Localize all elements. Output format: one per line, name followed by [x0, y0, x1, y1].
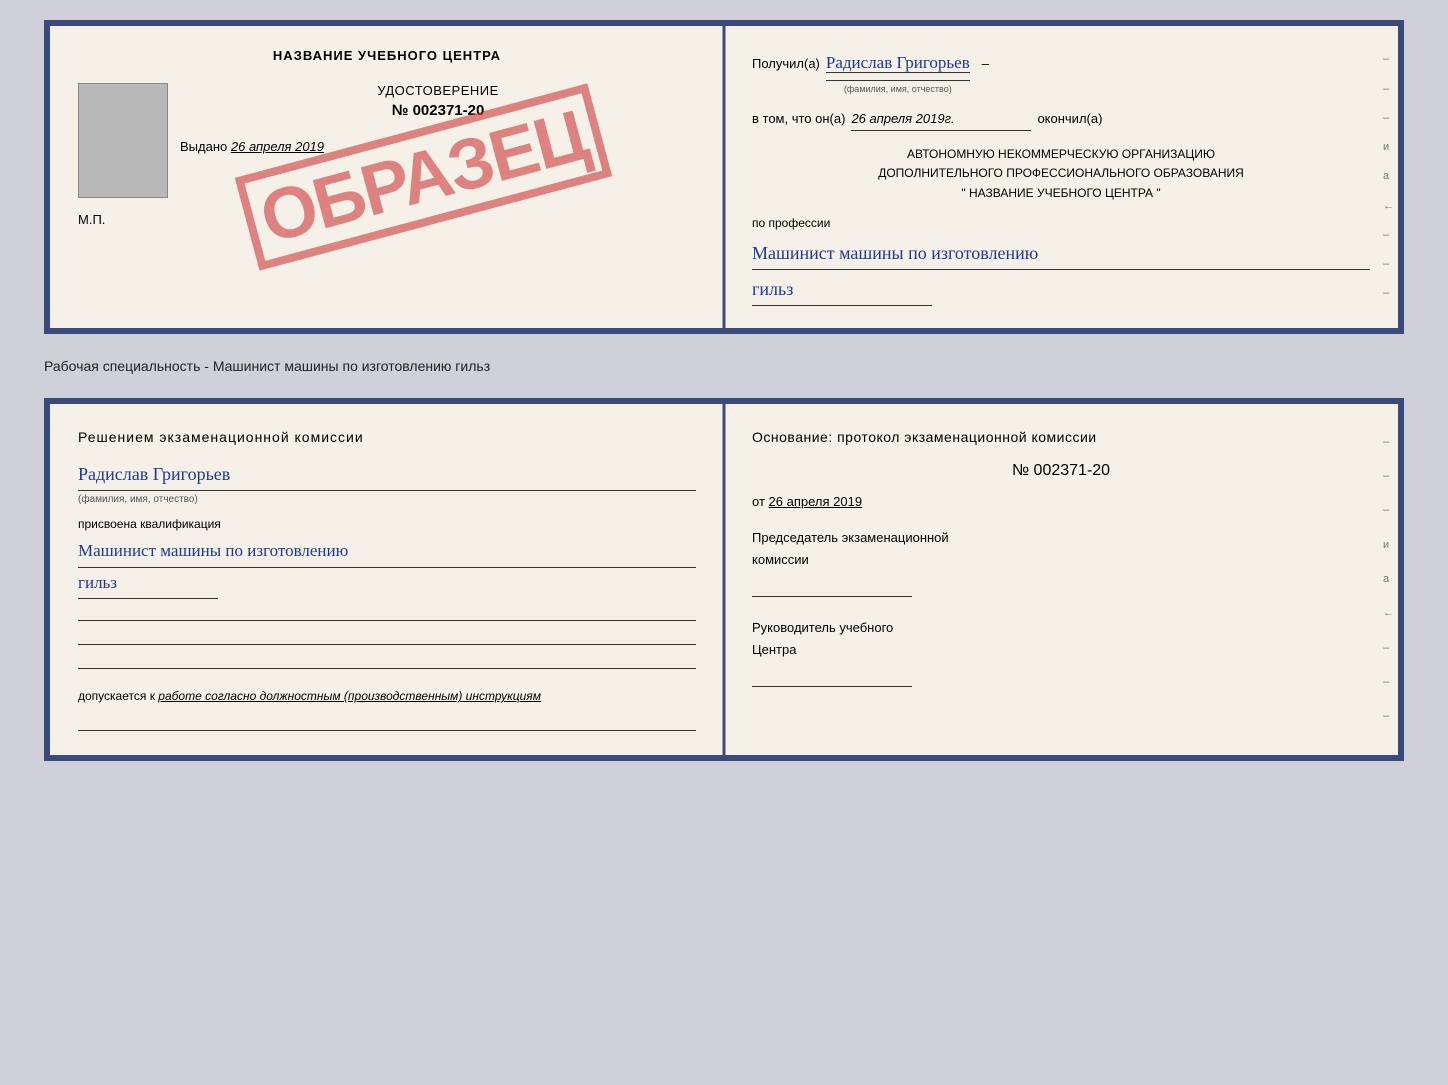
dash-top: –: [982, 52, 989, 75]
profession-line2: гильз: [752, 274, 932, 306]
received-name: Радислав Григорьев: [826, 53, 970, 73]
director-line1: Руководитель учебного: [752, 617, 1370, 639]
bottom-right-margin-dashes: – – – и а ← – – –: [1383, 414, 1394, 746]
specialty-label: Рабочая специальность - Машинист машины …: [44, 352, 1404, 380]
director-block: Руководитель учебного Центра: [752, 617, 1370, 687]
protocol-date-row: от 26 апреля 2019: [752, 491, 1370, 513]
qual-line1: Машинист машины по изготовлению: [78, 536, 696, 568]
director-sig-line: [752, 665, 912, 687]
issued-date: 26 апреля 2019: [231, 139, 324, 154]
org-quote1: ": [961, 186, 965, 200]
bottom-fio-hint: (фамилия, имя, отчество): [78, 491, 696, 508]
bottom-name-block: Радислав Григорьев (фамилия, имя, отчест…: [78, 459, 696, 508]
bottom-document: Решением экзаменационной комиссии Радисл…: [44, 398, 1404, 762]
blank-line-1: [78, 599, 696, 621]
page-container: НАЗВАНИЕ УЧЕБНОГО ЦЕНТРА УДОСТОВЕРЕНИЕ №…: [20, 20, 1428, 761]
top-doc-left: НАЗВАНИЕ УЧЕБНОГО ЦЕНТРА УДОСТОВЕРЕНИЕ №…: [50, 26, 724, 328]
right-margin-dashes: – – – и а ← – – –: [1383, 36, 1394, 318]
decision-text: Решением экзаменационной комиссии: [78, 426, 696, 450]
basis-block: Основание: протокол экзаменационной коми…: [752, 426, 1370, 450]
blank-line-2: [78, 623, 696, 645]
cert-number: № 002371-20: [180, 102, 696, 119]
cert-photo: [78, 83, 168, 198]
received-name-block: Радислав Григорьев (фамилия, имя, отчест…: [826, 48, 970, 97]
protocol-date: 26 апреля 2019: [769, 494, 863, 509]
allowed-block: допускается к работе согласно должностны…: [78, 687, 696, 705]
director-line2: Центра: [752, 639, 1370, 661]
received-label: Получил(а): [752, 52, 820, 75]
cert-title: УДОСТОВЕРЕНИЕ: [180, 83, 696, 98]
school-name-top: НАЗВАНИЕ УЧЕБНОГО ЦЕНТРА: [78, 48, 696, 63]
profession-handwritten: Машинист машины по изготовлению: [752, 238, 1370, 270]
assigned-text: присвоена квалификация: [78, 514, 696, 534]
allowed-text: работе согласно должностным (производств…: [158, 689, 541, 703]
protocol-number: № 002371-20: [752, 457, 1370, 484]
in-that-label: в том, что он(а): [752, 107, 845, 130]
date-prefix: от: [752, 494, 765, 509]
chairman-line2: комиссии: [752, 549, 1370, 571]
chairman-sig-line: [752, 575, 912, 597]
profession-block: по профессии Машинист машины по изготовл…: [752, 213, 1370, 306]
completed-label: окончил(а): [1037, 107, 1102, 130]
org-line2: ДОПОЛНИТЕЛЬНОГО ПРОФЕССИОНАЛЬНОГО ОБРАЗО…: [752, 164, 1370, 183]
mp-label: М.П.: [78, 212, 105, 227]
chairman-block: Председатель экзаменационной комиссии: [752, 527, 1370, 597]
date-row: в том, что он(а) 26 апреля 2019г. окончи…: [752, 107, 1370, 131]
chairman-line1: Председатель экзаменационной: [752, 527, 1370, 549]
top-doc-right: Получил(а) Радислав Григорьев (фамилия, …: [724, 26, 1398, 328]
cert-info: УДОСТОВЕРЕНИЕ № 002371-20 Выдано 26 апре…: [180, 83, 696, 198]
bottom-doc-right: Основание: протокол экзаменационной коми…: [724, 404, 1398, 756]
completed-date: 26 апреля 2019г.: [851, 107, 1031, 131]
issued-label: Выдано: [180, 139, 227, 154]
blank-line-3: [78, 647, 696, 669]
bottom-name: Радислав Григорьев: [78, 459, 696, 491]
top-document: НАЗВАНИЕ УЧЕБНОГО ЦЕНТРА УДОСТОВЕРЕНИЕ №…: [44, 20, 1404, 334]
received-row: Получил(а) Радислав Григорьев (фамилия, …: [752, 48, 1370, 97]
org-line1: АВТОНОМНУЮ НЕКОММЕРЧЕСКУЮ ОРГАНИЗАЦИЮ: [752, 145, 1370, 164]
bottom-doc-left: Решением экзаменационной комиссии Радисл…: [50, 404, 724, 756]
org-name: НАЗВАНИЕ УЧЕБНОГО ЦЕНТРА: [969, 186, 1153, 200]
org-block: АВТОНОМНУЮ НЕКОММЕРЧЕСКУЮ ОРГАНИЗАЦИЮ ДО…: [752, 145, 1370, 203]
fio-hint-top: (фамилия, имя, отчество): [826, 80, 970, 97]
blank-line-4: [78, 709, 696, 731]
cert-issued: Выдано 26 апреля 2019: [180, 139, 696, 154]
qual-line2: гильз: [78, 568, 218, 600]
cert-body: УДОСТОВЕРЕНИЕ № 002371-20 Выдано 26 апре…: [78, 83, 696, 198]
org-quote2: ": [1156, 186, 1160, 200]
org-name-line: " НАЗВАНИЕ УЧЕБНОГО ЦЕНТРА ": [752, 184, 1370, 203]
allowed-prefix: допускается к: [78, 689, 155, 703]
profession-label: по профессии: [752, 213, 1370, 235]
